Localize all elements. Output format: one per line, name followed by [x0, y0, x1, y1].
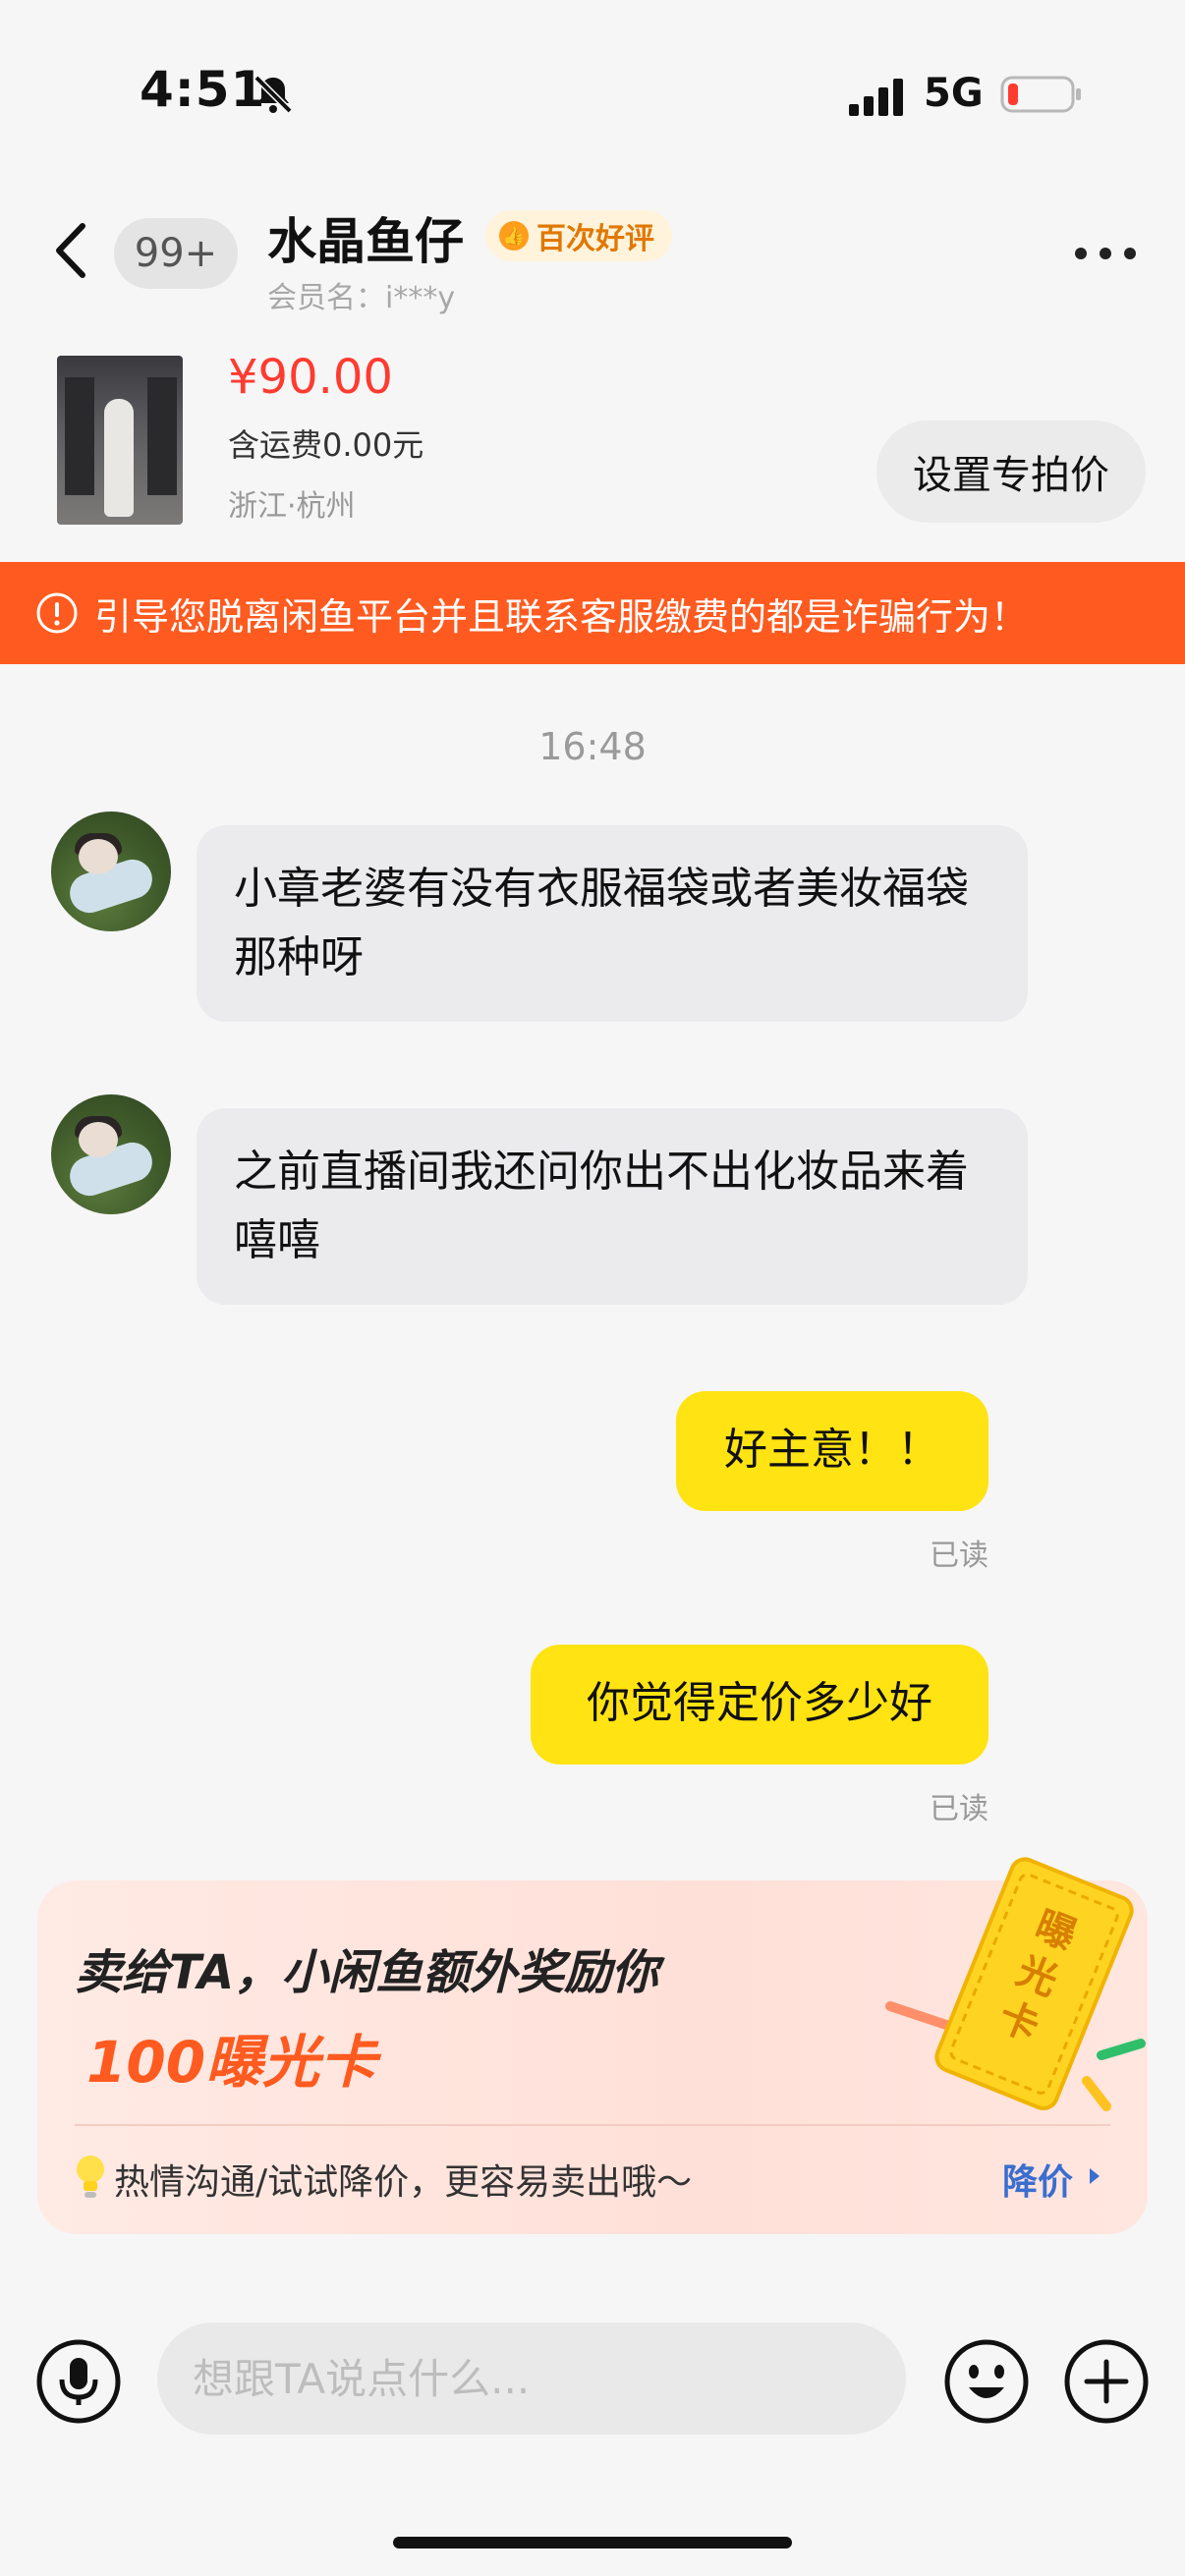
read-status-label: 已读: [930, 1539, 988, 1573]
back-arrow-icon[interactable]: [49, 218, 92, 283]
signal-icon: [849, 79, 903, 116]
reduce-price-link[interactable]: 降价: [1002, 2154, 1073, 2205]
product-location: 浙江·杭州: [228, 489, 356, 524]
rating-badge: 👍 百次好评: [485, 210, 672, 261]
status-time: 4:51: [140, 61, 266, 118]
outgoing-message-bubble[interactable]: 好主意！！: [676, 1391, 988, 1511]
set-special-price-button[interactable]: 设置专拍价: [876, 420, 1146, 523]
plus-icon[interactable]: [1063, 2338, 1150, 2425]
promo-reward-highlight: 100曝光卡: [86, 2029, 377, 2096]
incoming-message-bubble[interactable]: 之前直播间我还问你出不出化妆品来着嘻嘻: [197, 1108, 1028, 1305]
member-id: i***y: [385, 281, 456, 315]
battery-low-icon: [1000, 76, 1081, 113]
bell-slash-icon: [254, 75, 293, 114]
member-name: 会员名：i***y: [267, 273, 455, 316]
more-options-icon[interactable]: [1071, 242, 1140, 265]
contact-avatar[interactable]: [51, 1094, 171, 1214]
contact-name[interactable]: 水晶鱼仔: [267, 202, 464, 273]
emoji-icon[interactable]: [943, 2338, 1030, 2425]
message-input[interactable]: [157, 2323, 906, 2435]
warning-text: 引导您脱离闲鱼平台并且联系客服缴费的都是诈骗行为！: [94, 594, 1029, 639]
promo-divider: [75, 2124, 1110, 2126]
lightbulb-icon: [77, 2156, 104, 2198]
product-shipping: 含运费0.00元: [228, 426, 424, 464]
chevron-right-icon[interactable]: [1087, 2165, 1102, 2187]
home-indicator[interactable]: [393, 2537, 792, 2548]
read-status-label: 已读: [930, 1792, 988, 1826]
warning-icon: [36, 592, 78, 634]
microphone-icon[interactable]: [35, 2338, 122, 2425]
chat-time-divider: 16:48: [538, 725, 647, 768]
outgoing-message-bubble[interactable]: 你觉得定价多少好: [531, 1645, 988, 1764]
product-price: ¥90.00: [228, 350, 393, 405]
thumbs-up-icon: 👍: [499, 221, 529, 251]
promo-title: 卖给TA，小闲鱼额外奖励你: [75, 1945, 659, 2000]
rating-badge-label: 百次好评: [536, 222, 654, 256]
unread-count-badge[interactable]: 99+: [114, 218, 238, 289]
network-label: 5G: [924, 71, 984, 116]
promo-tip: 热情沟通/试试降价，更容易卖出哦～: [114, 2162, 693, 2203]
product-thumbnail[interactable]: [57, 356, 183, 525]
fraud-warning-banner: 引导您脱离闲鱼平台并且联系客服缴费的都是诈骗行为！: [0, 562, 1185, 664]
incoming-message-bubble[interactable]: 小章老婆有没有衣服福袋或者美妆福袋那种呀: [197, 825, 1028, 1022]
contact-avatar[interactable]: [51, 812, 171, 931]
member-label: 会员名：: [267, 281, 385, 315]
exposure-card-ticket-icon: 曝光卡: [885, 1857, 1146, 2111]
